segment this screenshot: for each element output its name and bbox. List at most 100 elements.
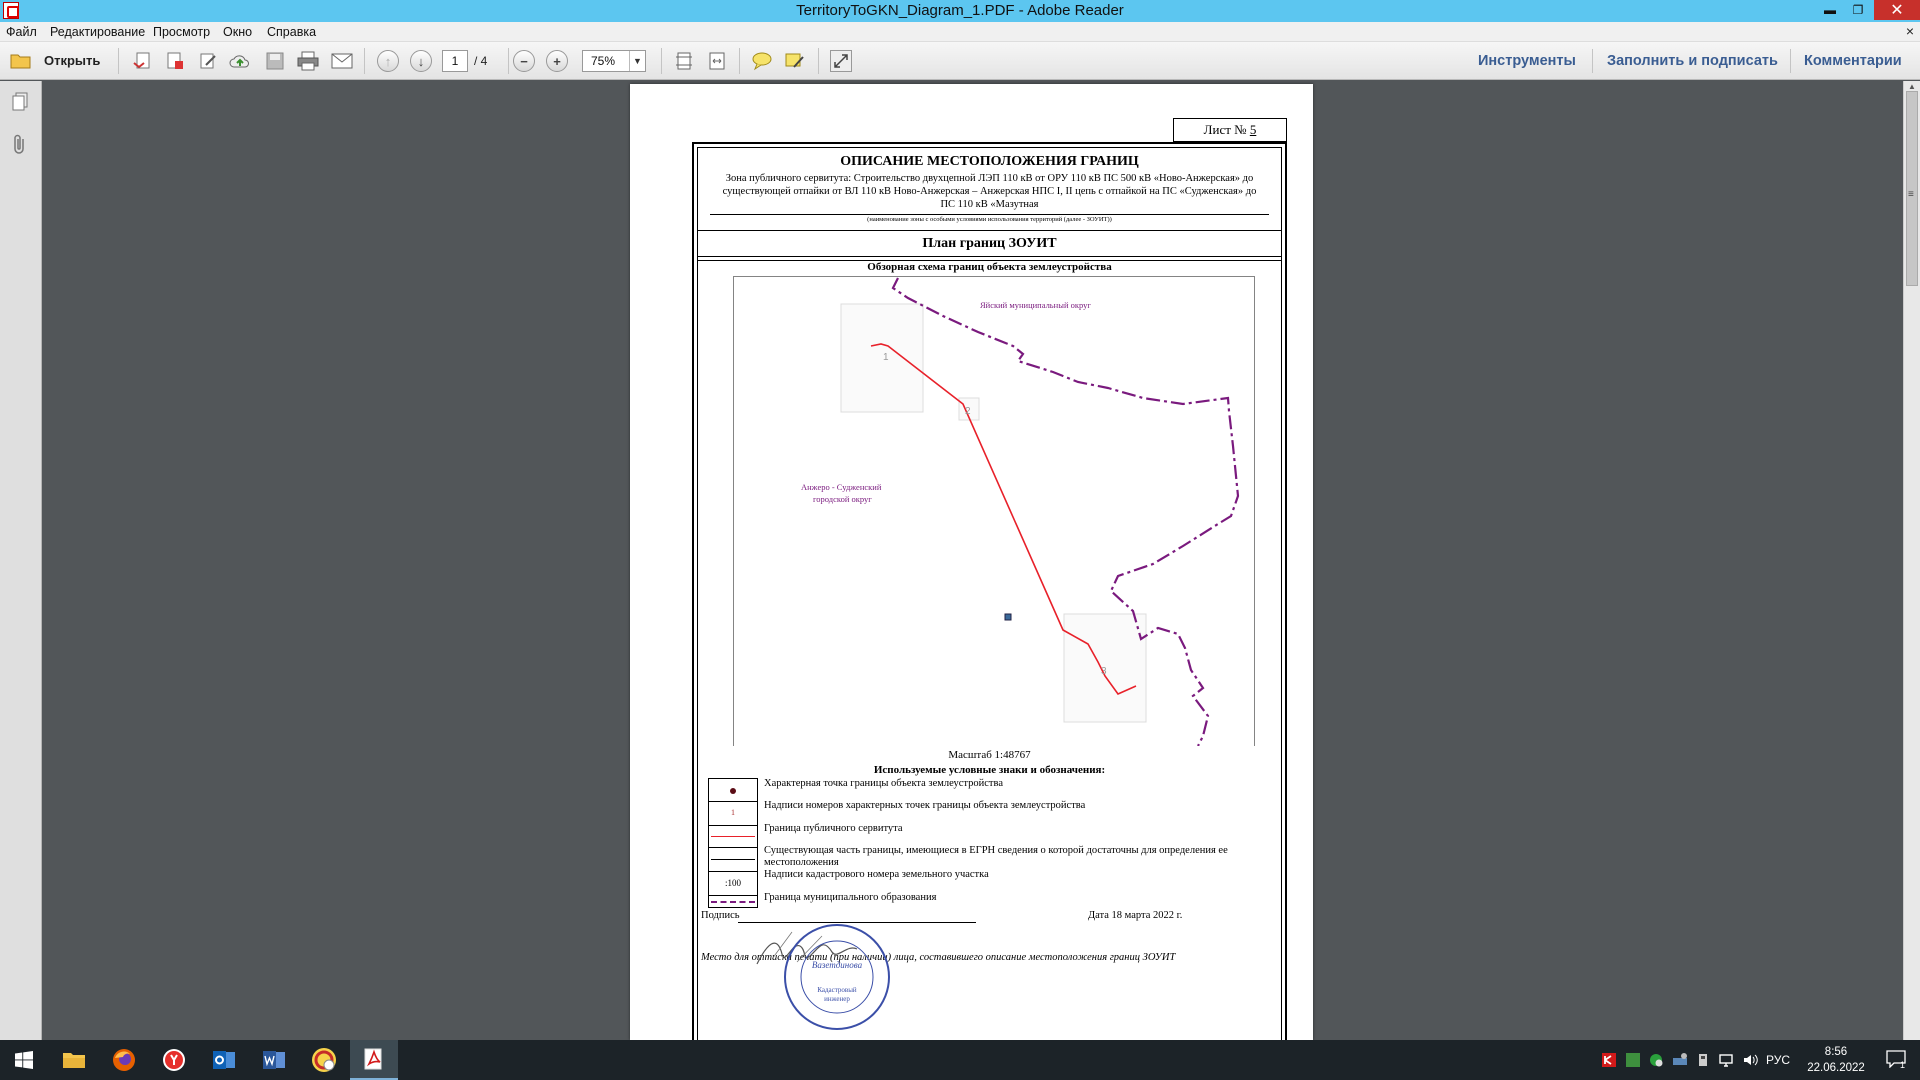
tools-panel-link[interactable]: Инструменты bbox=[1478, 53, 1576, 69]
fit-width-icon[interactable] bbox=[706, 50, 728, 72]
chevron-down-icon[interactable]: ▼ bbox=[629, 51, 645, 71]
document-title: ОПИСАНИЕ МЕСТОПОЛОЖЕНИЯ ГРАНИЦ bbox=[840, 154, 1139, 169]
export-pdf-icon[interactable] bbox=[164, 50, 186, 72]
legend-cadastral-sample: :100 bbox=[724, 878, 741, 888]
zoom-in-icon[interactable]: + bbox=[546, 50, 568, 72]
stamp-text-name: Вазетдинова bbox=[812, 960, 863, 970]
notification-count: 1 bbox=[1900, 1060, 1906, 1070]
yandex-browser-icon[interactable] bbox=[150, 1040, 198, 1080]
map-point-label-2: 2 bbox=[965, 406, 971, 417]
highlight-icon[interactable] bbox=[784, 50, 806, 72]
page-number-input[interactable]: 1 bbox=[442, 50, 468, 72]
map-point-label-1: 1 bbox=[883, 352, 889, 363]
save-icon[interactable] bbox=[264, 50, 286, 72]
window-title: TerritoryToGKN_Diagram_1.PDF - Adobe Rea… bbox=[796, 2, 1124, 19]
signature-label: Подпись bbox=[701, 910, 740, 921]
map-point-label-3: 3 bbox=[1101, 666, 1107, 677]
network-icon[interactable] bbox=[1718, 1052, 1734, 1071]
navigation-pane bbox=[0, 81, 42, 1040]
document-frame: ОПИСАНИЕ МЕСТОПОЛОЖЕНИЯ ГРАНИЦ Зона публ… bbox=[692, 142, 1287, 1040]
sheet-number-box: Лист № 5 bbox=[1173, 118, 1287, 142]
zone-caption: (наименование зоны с особыми условиями и… bbox=[867, 216, 1112, 223]
scroll-grip-icon: ≡ bbox=[1908, 189, 1914, 200]
map-label-west-line2: городской округ bbox=[813, 494, 872, 504]
menu-help[interactable]: Справка bbox=[267, 25, 316, 39]
map-label-west-line1: Анжеро - Судженский bbox=[801, 482, 882, 492]
legend-text-existing: Существующая часть границы, имеющиеся в … bbox=[764, 845, 1228, 868]
network-device-icon[interactable] bbox=[1672, 1052, 1688, 1071]
map-scale: Масштаб 1:48767 bbox=[948, 749, 1031, 761]
seal-stamp: Вазетдинова Кадастровый инженер bbox=[784, 924, 890, 1030]
comment-icon[interactable] bbox=[751, 50, 773, 72]
menu-edit[interactable]: Редактирование bbox=[50, 25, 145, 39]
windows-taskbar: РУС 8:56 22.06.2022 1 bbox=[0, 1040, 1920, 1080]
restore-button[interactable]: ❐ bbox=[1844, 0, 1872, 20]
clock-date: 22.06.2022 bbox=[1807, 1062, 1865, 1074]
legend-symbol-servitude bbox=[708, 826, 758, 848]
legend-symbol-cadastral: :100 bbox=[708, 872, 758, 896]
map-marker bbox=[1004, 613, 1012, 621]
menu-window[interactable]: Окно bbox=[223, 25, 252, 39]
word-icon[interactable] bbox=[250, 1040, 298, 1080]
menu-file[interactable]: Файл bbox=[6, 25, 37, 39]
title-bar: TerritoryToGKN_Diagram_1.PDF - Adobe Rea… bbox=[0, 0, 1920, 22]
volume-icon[interactable] bbox=[1742, 1052, 1758, 1071]
stamp-text-role-2: инженер bbox=[824, 995, 850, 1003]
minimize-button[interactable]: ▬ bbox=[1816, 0, 1844, 20]
overview-map: 1 2 3 Яйский муниципальный округ Анжеро … bbox=[733, 276, 1255, 746]
expand-icon[interactable] bbox=[830, 50, 852, 72]
legend-point-number-sample: 1 bbox=[731, 808, 735, 817]
green-app-icon[interactable] bbox=[1625, 1052, 1641, 1071]
cadastral-parcel-1 bbox=[840, 303, 924, 413]
legend-title: Используемые условные знаки и обозначени… bbox=[873, 764, 1106, 776]
create-pdf-icon[interactable] bbox=[131, 50, 153, 72]
cloud-upload-icon[interactable] bbox=[229, 50, 251, 72]
email-icon[interactable] bbox=[331, 50, 353, 72]
attachments-icon[interactable] bbox=[10, 133, 30, 155]
legend-symbol-existing bbox=[708, 848, 758, 872]
menu-bar: Файл Редактирование Просмотр Окно Справк… bbox=[0, 22, 1920, 42]
legend-symbol-point bbox=[708, 778, 758, 802]
fill-sign-panel-link[interactable]: Заполнить и подписать bbox=[1607, 53, 1778, 69]
open-button[interactable]: Открыть bbox=[44, 53, 100, 68]
legend-text-cadastral: Надписи кадастрового номера земельного у… bbox=[764, 869, 989, 880]
legend-symbol-municipal bbox=[708, 896, 758, 908]
fit-page-icon[interactable] bbox=[673, 50, 695, 72]
keyboard-language[interactable]: РУС bbox=[1766, 1053, 1790, 1067]
kaspersky-icon[interactable] bbox=[1601, 1052, 1617, 1071]
sheet-label: Лист № bbox=[1203, 122, 1247, 137]
clock-time: 8:56 bbox=[1824, 1046, 1848, 1058]
zoom-value: 75% bbox=[591, 54, 616, 68]
adobe-reader-taskbar-icon[interactable] bbox=[350, 1040, 398, 1080]
previous-page-icon[interactable]: ↑ bbox=[377, 50, 399, 72]
1c-enterprise-icon[interactable] bbox=[300, 1040, 348, 1080]
firefox-icon[interactable] bbox=[100, 1040, 148, 1080]
legend-symbol-point-number: 1 bbox=[708, 802, 758, 826]
legend-text-servitude: Граница публичного сервитута bbox=[764, 823, 903, 834]
security-status-icon[interactable] bbox=[1648, 1052, 1664, 1071]
system-clock[interactable]: 8:56 22.06.2022 bbox=[1804, 1044, 1868, 1076]
close-button[interactable]: ✕ bbox=[1874, 0, 1920, 20]
pdf-page: Лист № 5 ОПИСАНИЕ МЕСТОПОЛОЖЕНИЯ ГРАНИЦ … bbox=[630, 84, 1313, 1040]
comments-panel-link[interactable]: Комментарии bbox=[1804, 53, 1902, 69]
toolbar: Открыть ↑ ↓ 1 / 4 − + 75% ▼ Инструменты … bbox=[0, 42, 1920, 80]
sheet-number: 5 bbox=[1249, 122, 1257, 137]
next-page-icon[interactable]: ↓ bbox=[410, 50, 432, 72]
page-thumbnails-icon[interactable] bbox=[10, 91, 30, 113]
start-windows-icon[interactable] bbox=[0, 1040, 48, 1080]
legend-text-municipal: Граница муниципального образования bbox=[764, 892, 937, 903]
close-document-icon[interactable]: × bbox=[1906, 23, 1914, 39]
file-explorer-icon[interactable] bbox=[50, 1040, 98, 1080]
zoom-out-icon[interactable]: − bbox=[513, 50, 535, 72]
print-icon[interactable] bbox=[297, 50, 319, 72]
stamp-text-role-1: Кадастровый bbox=[817, 986, 857, 994]
usb-icon[interactable] bbox=[1695, 1052, 1711, 1071]
map-label-north: Яйский муниципальный округ bbox=[980, 300, 1091, 310]
folder-icon[interactable] bbox=[10, 50, 32, 72]
edit-pdf-icon[interactable] bbox=[197, 50, 219, 72]
menu-view[interactable]: Просмотр bbox=[153, 25, 210, 39]
document-date: Дата 18 марта 2022 г. bbox=[1088, 910, 1183, 921]
zoom-select[interactable]: 75% ▼ bbox=[582, 50, 646, 72]
outlook-icon[interactable] bbox=[200, 1040, 248, 1080]
vertical-scrollbar[interactable]: ▲ ≡ bbox=[1903, 81, 1920, 1040]
